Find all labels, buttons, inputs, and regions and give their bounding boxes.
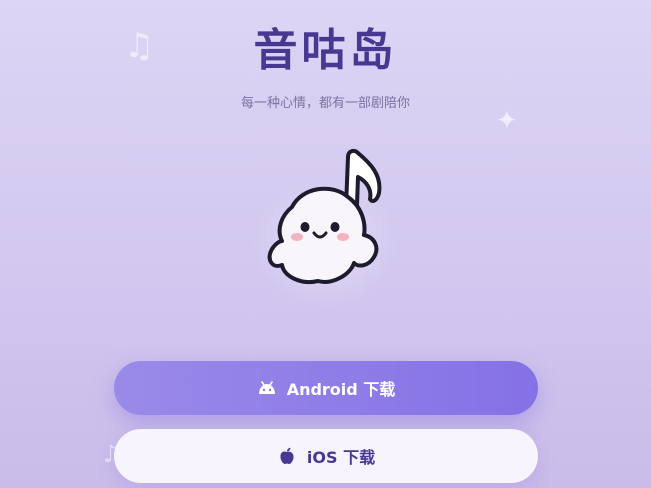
app-subtitle: 每一种心情，都有一部剧陪你 (240, 96, 410, 111)
mascot-icon (262, 145, 392, 295)
app-title: 音咕岛 (253, 25, 398, 76)
android-icon (257, 378, 277, 398)
android-download-button[interactable]: Android 下载 (114, 361, 538, 415)
android-download-label: Android 下载 (286, 380, 396, 399)
ios-download-label: iOS 下载 (306, 448, 376, 467)
apple-icon (277, 446, 297, 466)
ios-download-button[interactable]: iOS 下载 (114, 429, 538, 483)
